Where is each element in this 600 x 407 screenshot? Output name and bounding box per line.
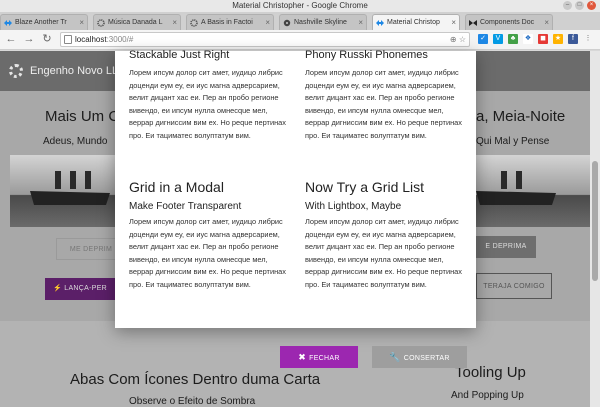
modal-cell-text: Лорем ипсум долор сит амет, иудицо либри… [129, 217, 286, 289]
window-titlebar: Material Christopher - Google Chrome – □… [0, 0, 600, 12]
gear-icon[interactable] [9, 64, 23, 78]
left-card-subtitle: Adeus, Mundo [43, 136, 108, 147]
tab-close-icon[interactable]: × [544, 15, 549, 30]
grid-modal: Stackable Just Right Лорем ипсум долор с… [115, 49, 476, 328]
ship-funnel [85, 171, 91, 189]
modal-cell-subtitle: Make Footer Transparent [129, 201, 242, 212]
tab-blaze[interactable]: Blaze Another Tr × [0, 14, 88, 30]
tab-label: Blaze Another Tr [15, 19, 67, 26]
tab-label: A Basis in Factoi [201, 19, 253, 26]
tab-label: Música Danada L [108, 19, 163, 26]
reload-icon[interactable]: ↻ [40, 32, 54, 46]
fix-button[interactable]: 🔧 CONSERTAR [372, 346, 467, 368]
extension-leaf-icon[interactable]: ♣ [508, 34, 518, 44]
scrollbar-thumb[interactable] [592, 161, 598, 281]
tabs-card-title: Abas Com Ícones Dentro duma Carta [70, 371, 321, 388]
window-controls: – □ × [563, 1, 596, 10]
modal-cell-phony: Phony Russki Phonemes Лорем ипсум долор … [305, 49, 465, 143]
forward-arrow-icon[interactable]: → [22, 32, 36, 46]
modal-cell-title: Now Try a Grid List [305, 179, 425, 195]
zoom-icon[interactable]: ⊕ [450, 35, 457, 44]
close-x-icon: ✖ [298, 352, 307, 362]
ship-funnel [70, 171, 76, 189]
facebook-icon[interactable]: f [568, 34, 578, 44]
left-card-title: Mais Um C [45, 108, 120, 125]
close-modal-button[interactable]: ✖ FECHAR [280, 346, 358, 368]
bolt-icon: ⚡ [52, 285, 62, 292]
close-window-button[interactable]: × [587, 1, 596, 10]
tab-close-icon[interactable]: × [451, 15, 456, 30]
right-outline-button[interactable]: TERAJA COMIGO [476, 273, 552, 299]
address-bar[interactable]: localhost:3000/# ⊕ ☆ [60, 32, 470, 47]
tab-basis[interactable]: A Basis in Factoi × [186, 14, 274, 30]
modal-cell-stackable: Stackable Just Right Лорем ипсум долор с… [129, 49, 289, 143]
address-path: :3000/# [106, 35, 134, 44]
tab-label: Components Doc [480, 19, 535, 26]
tab-strip: Blaze Another Tr × Música Danada L × A B… [0, 12, 600, 30]
tab-close-icon[interactable]: × [358, 15, 363, 30]
modal-cell-subtitle: With Lightbox, Maybe [305, 201, 402, 212]
tab-label: Material Christop [387, 19, 440, 26]
extension-red-icon[interactable]: ◼ [538, 34, 548, 44]
titanic-image-right [476, 155, 590, 227]
modal-cell-grid-modal: Grid in a Modal Make Footer Transparent … [129, 179, 289, 292]
modal-cell-text: Лорем ипсум долор сит амет, иудицо либри… [305, 217, 462, 289]
page-scrollbar[interactable] [590, 51, 600, 407]
extension-icons: ✓ V ♣ ❖ ◼ ★ f ⋮ [478, 34, 593, 44]
omnibox-icons: ⊕ ☆ [450, 33, 466, 46]
modal-cell-title: Phony Russki Phonemes [305, 49, 428, 61]
ship-funnel [55, 171, 61, 189]
bookmark-star-icon[interactable]: ☆ [459, 35, 466, 44]
tabs-card-subtitle: Observe o Efeito de Sombra [129, 396, 256, 407]
browser-toolbar: ← → ↻ localhost:3000/# ⊕ ☆ ✓ V ♣ ❖ ◼ ★ f… [0, 30, 600, 50]
back-arrow-icon[interactable]: ← [4, 32, 18, 46]
tab-close-icon[interactable]: × [265, 15, 270, 30]
tab-label: Nashville Skyline [294, 19, 347, 26]
right-card-subtitle: Qui Mal y Pense [476, 136, 550, 147]
modal-cell-grid-list: Now Try a Grid List With Lightbox, Maybe… [305, 179, 465, 292]
extension-check-icon[interactable]: ✓ [478, 34, 488, 44]
address-host: localhost [75, 35, 107, 44]
left-primary-button[interactable]: ⚡ LANÇA-PER [45, 278, 115, 300]
tab-components[interactable]: Components Doc × [465, 14, 553, 30]
tab-close-icon[interactable]: × [172, 15, 177, 30]
menu-dots-icon[interactable]: ⋮ [583, 34, 593, 44]
right-flat-button[interactable]: E DEPRIMA [476, 236, 536, 258]
right-card-title: a, Meia-Noite [476, 108, 566, 125]
bowtie-favicon-icon [469, 20, 477, 26]
arrows-favicon-icon [376, 20, 384, 26]
tab-material-christopher[interactable]: Material Christop × [372, 14, 460, 30]
extension-v-icon[interactable]: V [493, 34, 503, 44]
close-modal-label: FECHAR [309, 355, 340, 362]
arrows-favicon-icon [4, 20, 12, 26]
fix-label: CONSERTAR [403, 355, 450, 362]
biohazard-favicon-icon [283, 19, 291, 27]
tooling-subtitle: And Popping Up [451, 390, 524, 401]
modal-cell-text: Лорем ипсум долор сит амет, иудицо либри… [129, 68, 286, 140]
extension-dropbox-icon[interactable]: ❖ [523, 34, 533, 44]
maximize-button[interactable]: □ [575, 1, 584, 10]
modal-cell-title: Grid in a Modal [129, 179, 224, 195]
modal-cell-title: Stackable Just Right [129, 49, 230, 61]
titanic-image [10, 155, 120, 227]
window-title: Material Christopher - Google Chrome [232, 1, 368, 10]
ship-funnel [501, 171, 507, 189]
app-brand: Engenho Novo LL [30, 65, 119, 77]
gear-favicon-icon [97, 19, 105, 27]
left-primary-label: LANÇA-PER [64, 285, 108, 292]
modal-cell-text: Лорем ипсум долор сит амет, иудицо либри… [305, 68, 462, 140]
tab-close-icon[interactable]: × [79, 15, 84, 30]
tab-musica[interactable]: Música Danada L × [93, 14, 181, 30]
gear-favicon-icon [190, 19, 198, 27]
tab-nashville[interactable]: Nashville Skyline × [279, 14, 367, 30]
ship-funnel [516, 171, 522, 189]
page-icon [64, 35, 72, 44]
extension-yellow-icon[interactable]: ★ [553, 34, 563, 44]
minimize-button[interactable]: – [563, 1, 572, 10]
wrench-icon: 🔧 [389, 352, 401, 362]
